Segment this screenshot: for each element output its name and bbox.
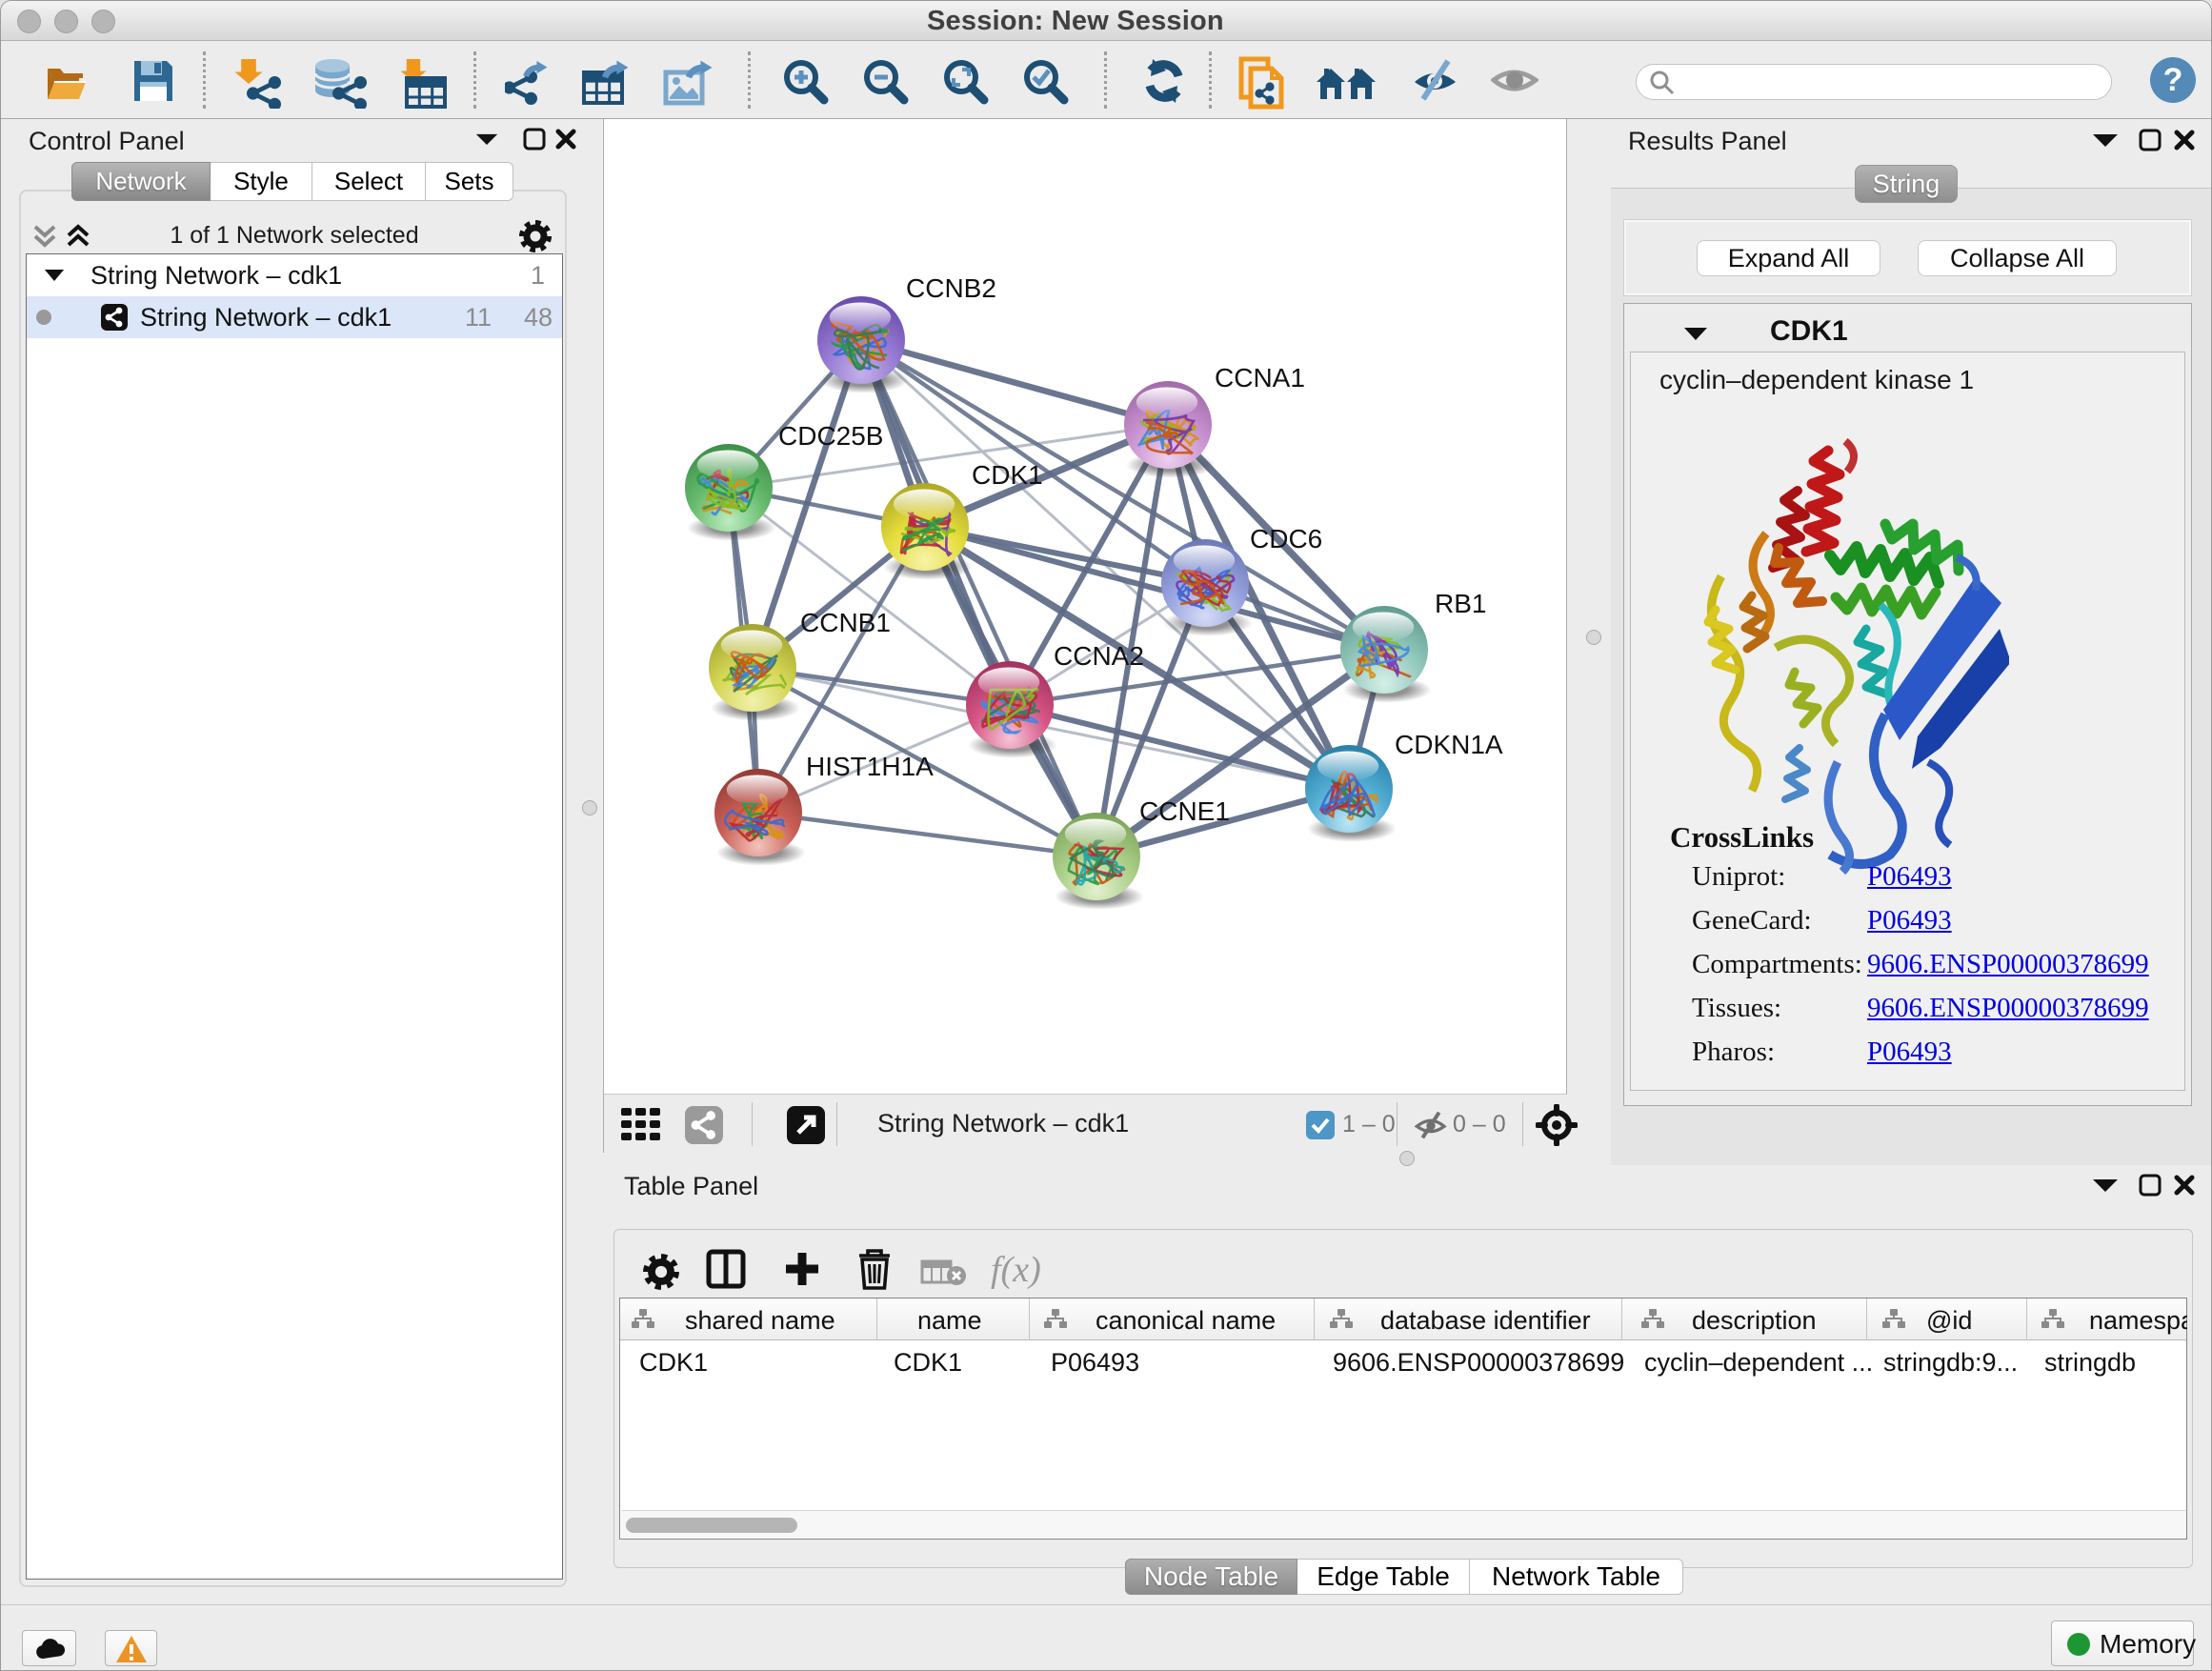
svg-text:CCNB1: CCNB1 <box>800 608 891 637</box>
svg-text:CDC6: CDC6 <box>1250 524 1322 554</box>
svg-text:RB1: RB1 <box>1435 589 1486 618</box>
svg-text:CDC25B: CDC25B <box>778 421 883 451</box>
svg-text:CDKN1A: CDKN1A <box>1395 730 1503 759</box>
svg-text:CCNA2: CCNA2 <box>1054 641 1144 671</box>
svg-text:CCNA1: CCNA1 <box>1215 363 1305 393</box>
svg-text:CDK1: CDK1 <box>972 460 1043 490</box>
svg-text:CCNB2: CCNB2 <box>906 273 996 303</box>
svg-text:CCNE1: CCNE1 <box>1139 796 1230 826</box>
svg-text:HIST1H1A: HIST1H1A <box>806 752 934 781</box>
